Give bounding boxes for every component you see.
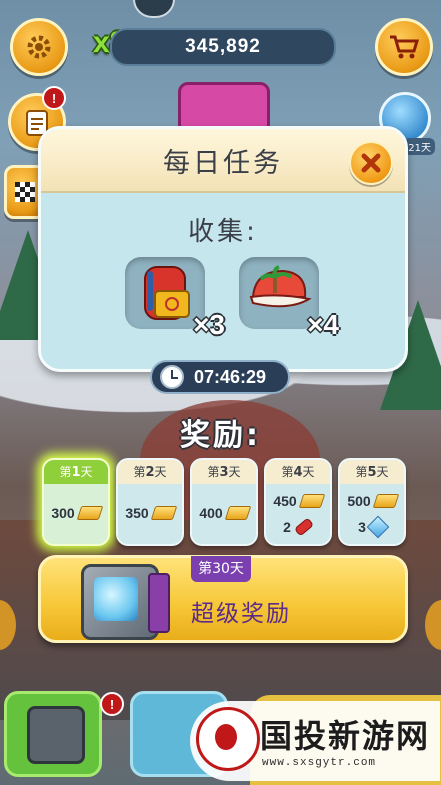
reward-amount: 400 [199, 505, 223, 521]
super-reward-label: 超级奖励 [191, 601, 291, 627]
reward-row: 400 [192, 500, 256, 526]
close-button[interactable] [349, 141, 393, 185]
super-reward-banner[interactable]: 第30天 超级奖励 [38, 555, 408, 643]
cart-icon [390, 35, 420, 59]
gold-bar-icon [150, 506, 177, 520]
reward-day-4[interactable]: 第4天 450 2 [264, 458, 332, 546]
gold-bar-icon [224, 506, 251, 520]
rocket-icon [293, 517, 314, 537]
gold-bar-icon [372, 494, 399, 508]
day-header: 第2天 [118, 460, 182, 484]
clock-icon [160, 365, 184, 389]
item-count: ×3 [193, 309, 225, 340]
player-avatar[interactable] [133, 0, 175, 18]
reward-row: 300 [44, 500, 108, 526]
score-value: 345,892 [185, 36, 261, 57]
notification-badge: ! [42, 86, 66, 110]
watermark: 国投新游网 www.sxsgytr.com [190, 701, 440, 781]
reward-amount: 500 [347, 493, 371, 509]
gold-bar-icon [76, 506, 103, 520]
reward-row: 2 [266, 514, 330, 540]
day-header: 第3天 [192, 460, 256, 484]
mission-item-cap: ×4 [239, 257, 339, 340]
reward-day-3[interactable]: 第3天 400 [190, 458, 258, 546]
rewards-label: 奖励: [180, 418, 261, 453]
checkered-flag-icon [15, 182, 35, 202]
countdown-timer: 07:46:29 [150, 360, 290, 394]
watermark-logo-icon [196, 707, 260, 771]
day-header: 第5天 [340, 460, 404, 484]
gear-icon [27, 35, 51, 59]
reward-row: 350 [118, 500, 182, 526]
watermark-url: www.sxsgytr.com [262, 757, 377, 769]
reward-row: 500 [340, 488, 404, 514]
reward-row: 3 [340, 514, 404, 540]
reward-amount: 300 [51, 505, 75, 521]
reward-amount: 450 [273, 493, 297, 509]
reward-amount: 3 [358, 519, 366, 535]
day-header: 第4天 [266, 460, 330, 484]
close-icon [361, 153, 381, 173]
day-30-tag: 第30天 [191, 556, 251, 582]
collect-label: 收集: [188, 217, 258, 247]
gem-event-days: 21天 [404, 138, 435, 155]
reward-amount: 2 [283, 519, 291, 535]
reward-day-5[interactable]: 第5天 500 3 [338, 458, 406, 546]
gold-bar-icon [298, 494, 325, 508]
reward-row: 450 [266, 488, 330, 514]
vault-button[interactable] [4, 691, 102, 777]
reward-day-1[interactable]: 第1天 300 [42, 458, 110, 546]
mission-item-backpack: ×3 [125, 257, 225, 340]
panel-title: 每日任务 [163, 147, 283, 179]
gem-icon [366, 515, 390, 539]
timer-value: 07:46:29 [194, 366, 267, 387]
reward-amount: 350 [125, 505, 149, 521]
watermark-title: 国投新游网 [260, 717, 431, 755]
item-count: ×4 [307, 309, 339, 340]
day-header: 第1天 [44, 460, 108, 484]
treasure-safe-icon [81, 564, 170, 640]
notification-badge: ! [100, 692, 124, 716]
score-display: 345,892 [110, 28, 336, 66]
reward-day-2[interactable]: 第2天 350 [116, 458, 184, 546]
shop-button[interactable] [375, 18, 433, 76]
settings-button[interactable] [10, 18, 68, 76]
vault-icon [27, 706, 85, 764]
daily-mission-panel: 每日任务 收集: ×3 ×4 [38, 126, 408, 372]
